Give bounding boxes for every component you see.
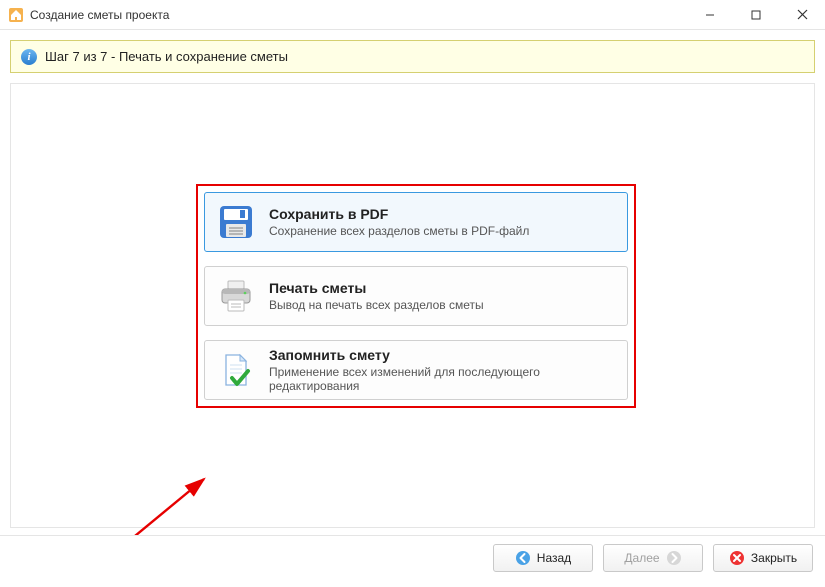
option-desc: Применение всех изменений для последующе…	[269, 365, 615, 393]
option-title: Запомнить смету	[269, 347, 615, 363]
option-save-pdf[interactable]: Сохранить в PDF Сохранение всех разделов…	[204, 192, 628, 252]
button-label: Далее	[624, 551, 659, 565]
step-info-bar: i Шаг 7 из 7 - Печать и сохранение сметы	[10, 40, 815, 73]
main-panel: Сохранить в PDF Сохранение всех разделов…	[10, 83, 815, 528]
close-button[interactable]: Закрыть	[713, 544, 813, 572]
window-titlebar: Создание сметы проекта	[0, 0, 825, 30]
wizard-footer: Назад Далее Закрыть	[0, 535, 825, 580]
minimize-button[interactable]	[687, 0, 733, 29]
floppy-disk-icon	[217, 203, 255, 241]
option-print[interactable]: Печать сметы Вывод на печать всех раздел…	[204, 266, 628, 326]
step-info-text: Шаг 7 из 7 - Печать и сохранение сметы	[45, 49, 288, 64]
maximize-button[interactable]	[733, 0, 779, 29]
document-check-icon	[217, 351, 255, 389]
cancel-icon	[729, 550, 745, 566]
button-label: Закрыть	[751, 551, 797, 565]
option-desc: Сохранение всех разделов сметы в PDF-фай…	[269, 224, 529, 238]
option-desc: Вывод на печать всех разделов сметы	[269, 298, 484, 312]
info-icon: i	[21, 49, 37, 65]
option-remember[interactable]: Запомнить смету Применение всех изменени…	[204, 340, 628, 400]
next-button: Далее	[603, 544, 703, 572]
back-button[interactable]: Назад	[493, 544, 593, 572]
option-title: Сохранить в PDF	[269, 206, 529, 222]
close-window-button[interactable]	[779, 0, 825, 29]
arrow-right-icon	[666, 550, 682, 566]
app-icon	[8, 7, 24, 23]
option-title: Печать сметы	[269, 280, 484, 296]
button-label: Назад	[537, 551, 571, 565]
printer-icon	[217, 277, 255, 315]
arrow-left-icon	[515, 550, 531, 566]
options-highlight-box: Сохранить в PDF Сохранение всех разделов…	[196, 184, 636, 408]
window-title: Создание сметы проекта	[30, 8, 687, 22]
